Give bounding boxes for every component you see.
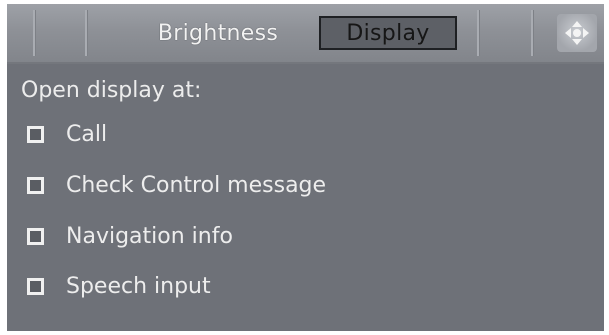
tab-divider — [477, 10, 479, 56]
checkbox[interactable] — [27, 227, 44, 245]
section-heading: Open display at: — [21, 78, 202, 103]
checkbox[interactable] — [27, 176, 44, 194]
scroll-arrows-icon — [565, 21, 589, 45]
option-call[interactable]: Call — [21, 117, 107, 151]
scroll-arrows-button[interactable] — [557, 14, 597, 52]
option-label: Call — [66, 121, 108, 147]
option-label: Check Control message — [66, 172, 327, 198]
tab-bar: Brightness Display — [7, 4, 604, 64]
option-label: Navigation info — [66, 223, 233, 249]
option-label: Speech input — [66, 273, 211, 299]
display-settings-screen: Brightness Display Open display at: Call… — [7, 4, 604, 331]
tab-divider — [531, 10, 533, 56]
tab-brightness[interactable]: Brightness — [125, 16, 311, 50]
option-check-control-message[interactable]: Check Control message — [21, 168, 326, 202]
tab-divider — [85, 10, 87, 56]
checkbox[interactable] — [27, 125, 44, 143]
option-navigation-info[interactable]: Navigation info — [21, 219, 233, 253]
tab-display[interactable]: Display — [319, 16, 457, 50]
tab-divider — [33, 10, 35, 56]
option-speech-input[interactable]: Speech input — [21, 269, 211, 303]
checkbox[interactable] — [27, 277, 44, 295]
